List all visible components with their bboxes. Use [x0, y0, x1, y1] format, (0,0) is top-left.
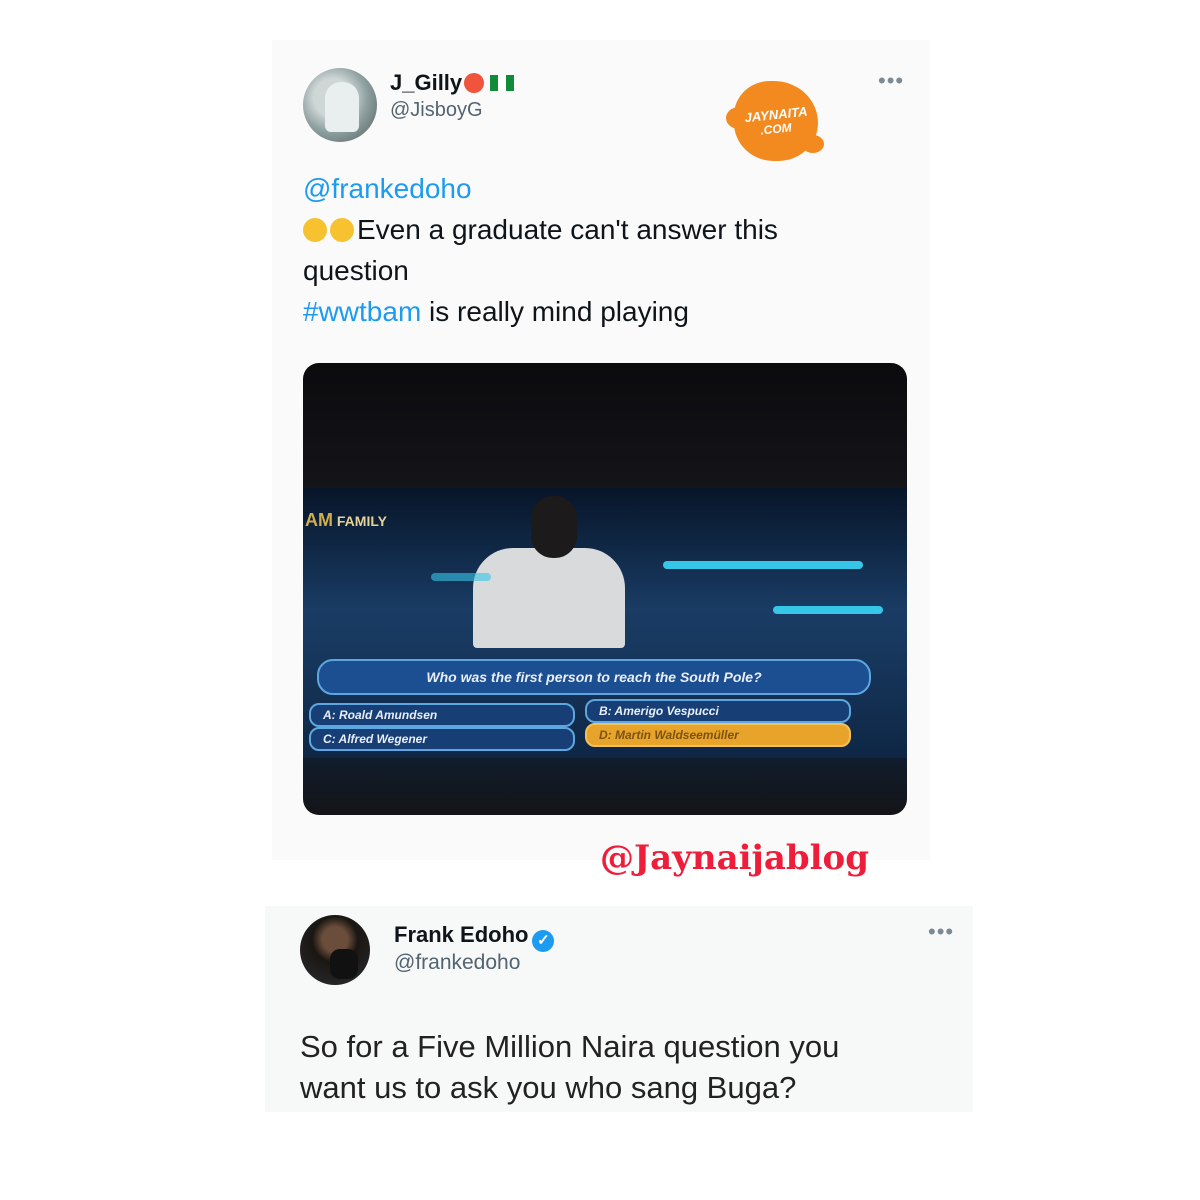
answer-c: C: Alfred Wegener	[309, 727, 575, 751]
display-name-text: Frank Edoho	[394, 922, 529, 947]
display-name-text: J_Gilly	[390, 70, 463, 95]
avatar-frankedoho[interactable]	[300, 915, 370, 985]
watermark-handle: @Jaynaijablog	[600, 838, 870, 878]
avatar-jgilly[interactable]	[303, 68, 377, 142]
channel-logo: AM FAMILY	[305, 510, 387, 531]
channel-mark: AM	[305, 510, 333, 530]
handle-jgilly[interactable]: @JisboyG	[390, 99, 483, 122]
tears-of-joy-emoji-icon	[330, 218, 354, 242]
set-light-stripe	[773, 606, 883, 614]
tweet-line: is really mind playing	[421, 296, 689, 327]
tweet-text-frankedoho: So for a Five Million Naira question you…	[300, 1026, 940, 1108]
jaynaija-logo: JAYNAITA .COM	[726, 75, 826, 171]
host-head	[531, 496, 577, 558]
mention-link[interactable]: @frankedoho	[303, 173, 472, 204]
avatar-figure	[330, 949, 358, 979]
avatar-figure	[325, 82, 359, 132]
more-options-icon[interactable]: •••	[878, 68, 904, 94]
hot-face-emoji-icon	[464, 73, 485, 93]
tears-of-joy-emoji-icon	[303, 218, 327, 242]
verified-badge-icon: ✓	[532, 930, 555, 952]
tweet-text-jgilly: @frankedoho Even a graduate can't answer…	[303, 168, 903, 332]
handle-frankedoho[interactable]: @frankedoho	[394, 951, 520, 975]
more-options-icon[interactable]: •••	[928, 919, 954, 945]
answer-a: A: Roald Amundsen	[309, 703, 575, 727]
tweet-line: Even a graduate can't answer this	[357, 214, 778, 245]
display-name-jgilly[interactable]: J_Gilly	[390, 70, 515, 96]
display-name-frankedoho[interactable]: Frank Edoho ✓	[394, 922, 555, 952]
tweet-line: want us to ask you who sang Buga?	[300, 1070, 797, 1105]
tweet-line: question	[303, 255, 409, 286]
tweet-line: So for a Five Million Naira question you	[300, 1029, 840, 1064]
answer-d: D: Martin Waldseemüller	[585, 723, 851, 747]
channel-name: FAMILY	[336, 513, 387, 529]
host-figure	[473, 548, 625, 648]
answer-b: B: Amerigo Vespucci	[585, 699, 851, 723]
set-light-stripe	[431, 573, 491, 581]
question-bar: Who was the first person to reach the So…	[317, 659, 871, 695]
hashtag-link[interactable]: #wwtbam	[303, 296, 421, 327]
tweet-media-photo[interactable]: AM FAMILY Who was the first person to re…	[303, 363, 907, 815]
set-light-stripe	[663, 561, 863, 569]
logo-splash-drop	[802, 135, 824, 153]
nigeria-flag-icon	[490, 75, 515, 91]
